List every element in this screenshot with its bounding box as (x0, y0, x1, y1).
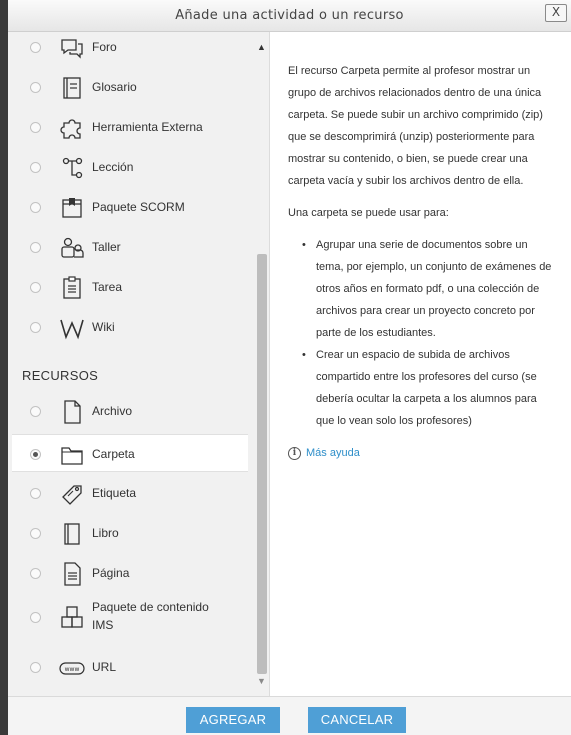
radio-button[interactable] (30, 162, 41, 173)
option-etiqueta[interactable]: Etiqueta (8, 474, 253, 512)
window-frame (0, 0, 8, 735)
option-label: Etiqueta (92, 486, 137, 500)
close-button[interactable]: X (545, 4, 567, 22)
forum-icon (61, 39, 83, 59)
option-archivo[interactable]: Archivo (8, 392, 253, 430)
option-tarea[interactable]: Tarea (8, 268, 253, 306)
radio-button[interactable] (30, 322, 41, 333)
list-scrollbar[interactable]: ▲ ▼ (253, 32, 269, 696)
list-item: Agrupar una serie de documentos sobre un… (302, 234, 553, 344)
option-label: Lección (92, 160, 134, 174)
option-label: Paquete SCORM (92, 200, 185, 214)
option-label: Libro (92, 526, 119, 540)
scorm-package-icon (62, 198, 82, 218)
help-pane: El recurso Carpeta permite al profesor m… (271, 32, 571, 696)
option-label: Wiki (92, 320, 115, 334)
folder-icon (61, 447, 83, 465)
dialog-content: Foro Glosario Herramienta Externa Lecció… (8, 32, 571, 696)
option-label: Paquete de contenido IMS (92, 600, 209, 632)
puzzle-icon (60, 119, 81, 139)
dialog-titlebar: Añade una actividad o un recurso X (8, 0, 571, 32)
help-uses-heading: Una carpeta se puede usar para: (288, 207, 449, 219)
radio-button[interactable] (30, 612, 41, 623)
cancel-button[interactable]: CANCELAR (308, 707, 406, 733)
option-leccion[interactable]: Lección (8, 148, 253, 186)
radio-button[interactable] (30, 662, 41, 673)
url-icon: www (59, 662, 85, 675)
scroll-down-arrow[interactable]: ▼ (253, 676, 269, 690)
option-label: Taller (92, 240, 121, 254)
option-label: Herramienta Externa (92, 120, 203, 134)
option-label: Archivo (92, 404, 133, 418)
add-button[interactable]: AGREGAR (186, 707, 280, 733)
option-label: Tarea (92, 280, 123, 294)
option-herramienta-externa[interactable]: Herramienta Externa (8, 108, 253, 146)
radio-button[interactable] (30, 82, 41, 93)
option-label: Glosario (92, 80, 137, 94)
option-label: Carpeta (92, 447, 135, 461)
help-intro: El recurso Carpeta permite al profesor m… (288, 65, 543, 187)
page-icon (64, 562, 81, 586)
option-label: Página (92, 566, 130, 580)
dialog-title: Añade una actividad o un recurso (175, 8, 404, 23)
svg-text:www: www (65, 666, 80, 673)
module-list: Foro Glosario Herramienta Externa Lecció… (8, 32, 270, 696)
workshop-icon (61, 237, 84, 258)
resources-heading: RECURSOS (22, 368, 99, 383)
more-help-label[interactable]: Más ayuda (306, 442, 360, 464)
file-icon (64, 400, 81, 424)
ims-package-icon (61, 606, 83, 628)
radio-button[interactable] (30, 122, 41, 133)
dialog-footer: AGREGAR CANCELAR (8, 696, 571, 735)
option-wiki[interactable]: Wiki (8, 308, 253, 346)
wiki-icon (60, 319, 84, 340)
glossary-icon (63, 77, 81, 99)
label-tag-icon (62, 485, 82, 505)
radio-button[interactable] (30, 282, 41, 293)
option-foro[interactable]: Foro (8, 32, 253, 66)
option-libro[interactable]: Libro (8, 514, 253, 552)
option-label: URL (92, 660, 117, 674)
radio-button[interactable] (30, 449, 41, 460)
option-glosario[interactable]: Glosario (8, 68, 253, 106)
lesson-icon (62, 157, 83, 179)
option-carpeta[interactable]: Carpeta (12, 434, 248, 472)
radio-button[interactable] (30, 488, 41, 499)
assignment-icon (63, 276, 81, 299)
option-pagina[interactable]: Página (8, 554, 253, 592)
radio-button[interactable] (30, 242, 41, 253)
radio-button[interactable] (30, 42, 41, 53)
add-activity-dialog: Añade una actividad o un recurso X Foro (0, 0, 571, 735)
book-icon (64, 523, 80, 545)
radio-button[interactable] (30, 568, 41, 579)
radio-button[interactable] (30, 202, 41, 213)
option-paquete-scorm[interactable]: Paquete SCORM (8, 188, 253, 226)
more-help-link[interactable]: i Más ayuda (288, 442, 553, 464)
option-label: Foro (92, 40, 117, 54)
option-paquete-ims[interactable]: Paquete de contenido IMS (8, 594, 253, 640)
list-item: Crear un espacio de subida de archivos c… (302, 344, 553, 432)
option-url[interactable]: www URL (8, 648, 253, 686)
info-icon: i (288, 446, 301, 460)
option-taller[interactable]: Taller (8, 228, 253, 266)
radio-button[interactable] (30, 406, 41, 417)
scroll-up-arrow[interactable]: ▲ (253, 42, 269, 56)
radio-button[interactable] (30, 528, 41, 539)
scroll-thumb[interactable] (257, 254, 267, 674)
help-uses-list: Agrupar una serie de documentos sobre un… (288, 234, 553, 432)
